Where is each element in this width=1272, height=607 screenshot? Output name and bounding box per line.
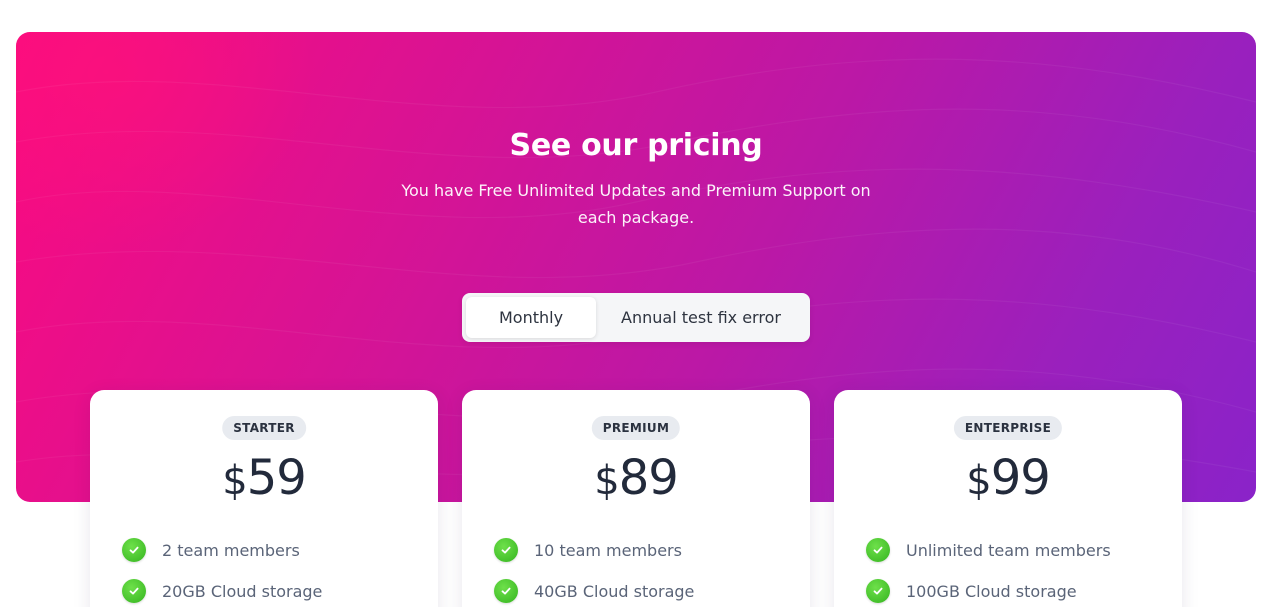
plan-card-enterprise: ENTERPRISE $99 Unlimited team members 10… [834,390,1182,607]
price-currency: $ [966,458,991,504]
price-amount: 99 [990,450,1051,506]
price-amount: 59 [246,450,307,506]
feature-label: 100GB Cloud storage [906,581,1077,601]
plan-price: $99 [834,450,1182,506]
feature-item: 2 team members [122,538,300,562]
page-title: See our pricing [509,128,763,163]
feature-label: Unlimited team members [906,540,1111,560]
feature-item: Unlimited team members [866,538,1111,562]
toggle-annual[interactable]: Annual test fix error [596,297,806,338]
feature-item: 40GB Cloud storage [494,579,694,603]
plan-badge: PREMIUM [591,416,681,440]
feature-item: 100GB Cloud storage [866,579,1077,603]
toggle-monthly[interactable]: Monthly [466,297,596,338]
check-circle-icon [494,538,518,562]
check-circle-icon [494,579,518,603]
feature-item: 10 team members [494,538,682,562]
feature-label: 2 team members [162,540,300,560]
plan-badge: ENTERPRISE [953,416,1063,440]
plan-card-starter: STARTER $59 2 team members 20GB Cloud st… [90,390,438,607]
plan-badge: STARTER [222,416,306,440]
feature-label: 20GB Cloud storage [162,581,323,601]
price-amount: 89 [618,450,679,506]
check-circle-icon [866,579,890,603]
feature-item: 20GB Cloud storage [122,579,322,603]
plan-card-premium: PREMIUM $89 10 team members 40GB Cloud s… [462,390,810,607]
feature-label: 10 team members [534,540,682,560]
plan-price: $59 [90,450,438,506]
feature-label: 40GB Cloud storage [534,581,695,601]
check-circle-icon [866,538,890,562]
price-currency: $ [594,458,619,504]
page-subtitle: You have Free Unlimited Updates and Prem… [401,181,871,227]
plan-price: $89 [462,450,810,506]
price-currency: $ [222,458,247,504]
check-circle-icon [122,538,146,562]
check-circle-icon [122,579,146,603]
billing-toggle: Monthly Annual test fix error [462,293,810,342]
